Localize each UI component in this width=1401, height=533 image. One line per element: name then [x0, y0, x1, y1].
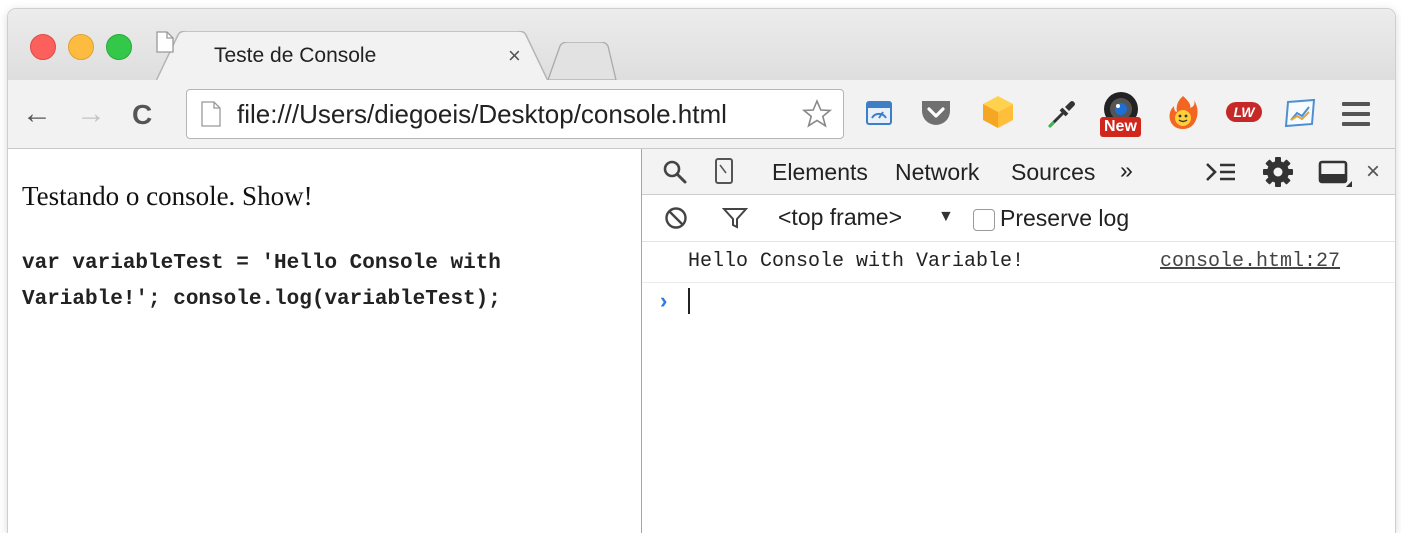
- frame-dropdown-arrow-icon[interactable]: ▼: [938, 208, 954, 226]
- chart-extension-icon[interactable]: [1282, 98, 1318, 128]
- bookmark-star-icon[interactable]: [801, 98, 833, 130]
- hola-flame-icon[interactable]: [1166, 94, 1200, 130]
- device-mode-icon[interactable]: [714, 157, 734, 185]
- reload-button[interactable]: C: [132, 97, 152, 133]
- forward-button[interactable]: →: [76, 96, 106, 132]
- lw-label: LW: [1233, 104, 1255, 120]
- search-icon[interactable]: [662, 159, 688, 185]
- browser-toolbar: ← → C file:///Users/diegoeis/Desktop/con…: [8, 80, 1395, 149]
- hamburger-menu-icon[interactable]: [1342, 102, 1370, 132]
- page-content: Testando o console. Show! var variableTe…: [8, 149, 642, 533]
- console-log-row: Hello Console with Variable! console.htm…: [642, 242, 1395, 283]
- back-button[interactable]: ←: [22, 96, 52, 132]
- lw-extension-icon[interactable]: LW: [1226, 102, 1262, 122]
- analytics-extension-icon[interactable]: [864, 98, 894, 128]
- preserve-log-label[interactable]: Preserve log: [1000, 205, 1129, 232]
- box-extension-icon[interactable]: [980, 94, 1016, 130]
- close-devtools-icon[interactable]: ×: [1366, 158, 1380, 186]
- close-window-button[interactable]: [30, 34, 56, 60]
- new-badge-extension-icon[interactable]: New: [1100, 90, 1142, 138]
- more-tabs-button[interactable]: »: [1120, 157, 1133, 184]
- url-text[interactable]: file:///Users/diegoeis/Desktop/console.h…: [237, 99, 727, 130]
- devtools-tab-bar: Elements Network Sources » ×: [642, 149, 1395, 195]
- clear-console-icon[interactable]: [664, 206, 688, 230]
- close-tab-icon[interactable]: ×: [508, 43, 521, 69]
- tab-network[interactable]: Network: [895, 159, 979, 186]
- tab-sources[interactable]: Sources: [1011, 159, 1095, 186]
- tab-title: Teste de Console: [214, 44, 377, 67]
- browser-window: Teste de Console × ← → C file:///Users/d…: [8, 9, 1395, 533]
- minimize-window-button[interactable]: [68, 34, 94, 60]
- console-source-link[interactable]: console.html:27: [1160, 250, 1340, 273]
- new-tab-button[interactable]: [548, 42, 618, 82]
- pocket-icon[interactable]: [920, 98, 952, 128]
- browser-tab-active[interactable]: Teste de Console ×: [156, 31, 548, 81]
- preserve-log-checkbox[interactable]: [973, 209, 995, 231]
- zoom-window-button[interactable]: [106, 34, 132, 60]
- console-message: Hello Console with Variable!: [688, 250, 1025, 273]
- page-icon: [156, 31, 174, 53]
- title-bar: Teste de Console ×: [8, 9, 1395, 81]
- filter-funnel-icon[interactable]: [722, 206, 748, 230]
- address-bar[interactable]: file:///Users/diegoeis/Desktop/console.h…: [186, 89, 844, 139]
- console-input-caret[interactable]: [688, 288, 690, 314]
- tab-elements[interactable]: Elements: [772, 159, 868, 186]
- frame-selector[interactable]: <top frame>: [778, 204, 902, 231]
- console-drawer-icon[interactable]: [1204, 160, 1238, 184]
- eyedropper-icon[interactable]: [1046, 98, 1076, 130]
- console-prompt-icon: ›: [660, 288, 668, 313]
- dock-side-icon[interactable]: [1318, 159, 1352, 187]
- page-paragraph: Testando o console. Show!: [22, 181, 313, 211]
- devtools-panel: Elements Network Sources » × <top frame>…: [642, 149, 1395, 533]
- new-badge: New: [1100, 117, 1141, 137]
- console-filter-bar: <top frame> ▼ Preserve log: [642, 195, 1395, 242]
- settings-gear-icon[interactable]: [1262, 156, 1294, 188]
- page-code-block: var variableTest = 'Hello Console with V…: [22, 252, 501, 311]
- page-icon: [201, 101, 221, 127]
